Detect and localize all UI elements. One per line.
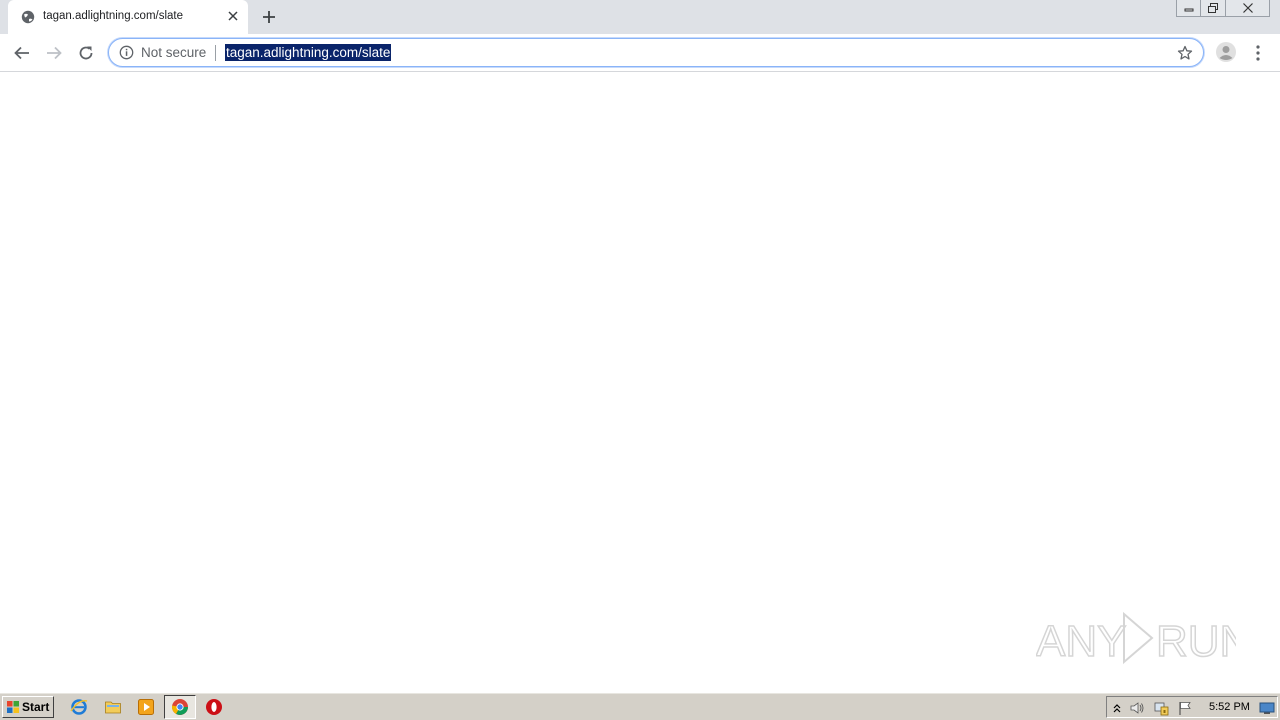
system-tray: 5:52 PM	[1106, 696, 1278, 718]
opera-icon	[206, 699, 222, 715]
bookmark-star-icon[interactable]	[1177, 45, 1193, 61]
internet-explorer-icon	[70, 699, 88, 715]
close-window-button[interactable]	[1226, 0, 1270, 17]
new-tab-icon[interactable]	[260, 8, 278, 26]
page-content	[0, 72, 1280, 692]
window-controls	[1176, 0, 1270, 17]
minimize-icon	[1184, 8, 1193, 12]
media-player-icon	[138, 699, 154, 715]
speaker-icon	[1130, 702, 1144, 714]
network-button[interactable]	[1153, 700, 1169, 716]
opera-button[interactable]	[204, 697, 224, 717]
network-icon	[1154, 702, 1169, 716]
media-player-button[interactable]	[136, 697, 156, 717]
address-bar[interactable]: Not secure tagan.adlightning.com/slate	[108, 38, 1204, 67]
reload-icon	[79, 46, 93, 60]
internet-explorer-button[interactable]	[69, 697, 89, 717]
file-explorer-button[interactable]	[103, 697, 123, 717]
svg-text:ANY: ANY	[1036, 617, 1126, 666]
tab-strip: tagan.adlightning.com/slate	[0, 0, 1280, 34]
show-hidden-icons-button[interactable]	[1109, 700, 1125, 716]
security-status-label[interactable]: Not secure	[141, 45, 206, 60]
taskbar: Start 5:52 PM	[0, 692, 1280, 720]
forward-button[interactable]	[43, 42, 65, 64]
profile-avatar-icon[interactable]	[1215, 41, 1237, 63]
folder-icon	[105, 701, 121, 714]
browser-tab[interactable]: tagan.adlightning.com/slate	[8, 0, 248, 34]
desktop-icon	[1259, 702, 1275, 714]
chrome-icon	[171, 699, 188, 715]
start-label: Start	[22, 700, 50, 714]
close-tab-icon[interactable]	[226, 9, 240, 23]
action-center-button[interactable]	[1177, 700, 1193, 716]
close-icon	[1242, 3, 1253, 13]
anyrun-watermark-logo: ANY RUN	[1036, 611, 1236, 667]
svg-text:RUN: RUN	[1156, 617, 1236, 666]
minimize-button[interactable]	[1176, 0, 1201, 17]
restore-icon	[1208, 2, 1218, 13]
back-arrow-icon	[14, 46, 29, 60]
info-icon[interactable]	[119, 45, 134, 60]
windows-logo-icon	[7, 701, 19, 713]
volume-button[interactable]	[1129, 700, 1145, 716]
address-divider	[215, 45, 216, 61]
restore-button[interactable]	[1201, 0, 1226, 17]
start-button[interactable]: Start	[2, 696, 54, 718]
menu-dots-icon[interactable]	[1250, 42, 1266, 64]
flag-icon	[1179, 702, 1191, 715]
chevron-up-icon	[1113, 704, 1121, 713]
reload-button[interactable]	[75, 42, 97, 64]
globe-icon	[21, 10, 35, 24]
taskbar-clock[interactable]: 5:52 PM	[1209, 701, 1250, 713]
back-button[interactable]	[11, 42, 33, 64]
show-desktop-button[interactable]	[1259, 700, 1275, 716]
tab-title: tagan.adlightning.com/slate	[43, 10, 184, 22]
browser-toolbar: Not secure tagan.adlightning.com/slate	[0, 34, 1280, 72]
forward-arrow-icon	[47, 46, 62, 60]
url-text[interactable]: tagan.adlightning.com/slate	[225, 44, 392, 61]
chrome-taskbar-icon-wrap	[170, 697, 190, 717]
